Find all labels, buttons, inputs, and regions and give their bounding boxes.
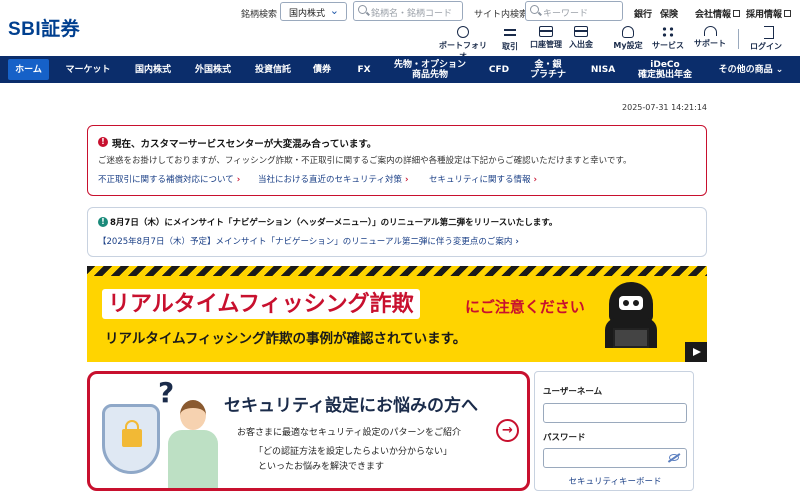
alert-icon: ! [98,137,108,147]
username-label: ユーザーネーム [543,387,603,397]
sbi-logo[interactable]: SBI証券 [8,14,80,41]
nav-bonds[interactable]: 債券 [306,56,338,83]
chevron-right-icon: › [515,237,519,247]
security-settings-card[interactable]: ? セキュリティ設定にお悩みの方へ お客さまに最適なセキュリティ設定のパターンを… [87,371,530,491]
external-link-icon [784,10,792,17]
nav-other-products[interactable]: その他の商品 ⌄ [708,56,794,83]
banner-subtitle: リアルタイムフィッシング詐欺の事例が確認されています。 [105,331,467,347]
ticker-search-placeholder: 銘柄名・銘柄コード [371,9,453,19]
deposit-icon [574,26,588,37]
renewal-details-link[interactable]: 【2025年8月7日（木）予定】メインサイト「ナビゲーション」のリニューアル第二… [98,235,519,247]
my-settings-icon [622,26,634,38]
phishing-warning-banner[interactable]: リアルタイムフィッシング詐欺 にご注意ください リアルタイムフィッシング詐欺の事… [87,266,707,362]
chevron-down-icon: ⌄ [329,4,339,17]
login-icon [764,26,774,39]
services-grid-icon [661,26,675,38]
nav-home[interactable]: ホーム [8,59,49,80]
security-info-link[interactable]: セキュリティに関する情報 › [429,173,537,185]
nav-precious-metals[interactable]: 金・銀 プラチナ [524,56,572,83]
password-field[interactable] [543,448,687,468]
play-icon[interactable] [685,342,707,362]
banner-caution: にご注意ください [465,298,585,316]
password-label: パスワード [543,433,586,443]
chevron-right-icon: › [236,175,241,185]
nav-domestic-stocks[interactable]: 国内株式 [126,56,180,83]
account-card-icon [539,26,553,37]
banner-headline: リアルタイムフィッシング詐欺 [102,289,420,319]
login-button[interactable]: ログイン [740,26,792,52]
urgent-notice-text: ご迷惑をお掛けしておりますが、フィッシング詐欺・不正取引に関するご案内の詳細や各… [98,156,632,166]
renewal-notice: ! 8月7日（木）にメインサイト「ナビゲーション（ヘッダーメニュー）」のリニュー… [87,207,707,257]
security-card-quote: 「どの認証方法を設定したらよいか分からない」 [254,447,453,457]
bank-link[interactable]: 銀行 [634,7,652,20]
username-field[interactable] [543,403,687,423]
site-search-placeholder: キーワード [543,9,589,19]
search-icon [358,5,367,14]
market-select-value: 国内株式 [289,9,326,19]
support-button[interactable]: サポート [684,26,736,49]
nav-futures-options[interactable]: 先物・オプション 商品先物 [384,56,476,83]
deposit-withdraw-button[interactable]: 入出金 [555,26,607,50]
hazard-stripes [87,266,707,276]
security-measures-link[interactable]: 当社における直近のセキュリティ対策 › [258,173,409,185]
security-card-title: セキュリティ設定にお悩みの方へ [224,396,478,416]
chevron-right-icon: › [405,175,409,185]
nav-fx[interactable]: FX [350,56,378,83]
company-info-link[interactable]: 会社情報 [695,7,741,20]
support-headset-icon [703,26,717,36]
urgent-notice: ! 現在、カスタマーサービスセンターが大変混み合っています。 ご迷惑をお掛けして… [87,125,707,196]
market-select[interactable]: 国内株式 ⌄ [280,2,347,21]
arrow-right-icon[interactable]: → [496,419,519,442]
hacker-illustration [605,282,657,348]
shield-icon [102,404,160,474]
security-card-solution: といったお悩みを解決できます [258,462,385,472]
external-link-icon [733,10,741,17]
login-panel: ユーザーネーム パスワード セキュリティキーボード [534,371,694,491]
nav-market[interactable]: マーケット [56,56,120,83]
security-card-text: お客さまに最適なセキュリティ設定のパターンをご紹介 [237,428,462,438]
nav-nisa[interactable]: NISA [584,56,622,83]
nav-cfd[interactable]: CFD [482,56,516,83]
fraud-compensation-link[interactable]: 不正取引に関する補償対応について › [98,173,240,185]
chevron-right-icon: › [533,175,538,185]
lock-icon [122,420,142,447]
person-illustration [168,400,218,488]
utility-divider [738,29,739,49]
eye-off-icon[interactable] [669,454,679,461]
info-icon: ! [98,217,108,227]
security-keyboard-link[interactable]: セキュリティキーボード [535,475,695,487]
site-search-label: サイト内検索 [474,10,529,20]
nav-ideco[interactable]: iDeCo 確定拠出年金 [630,56,700,83]
global-nav: ホーム マーケット 国内株式 外国株式 投資信託 債券 FX 先物・オプション … [0,56,800,83]
portfolio-icon [457,26,469,38]
last-updated-timestamp: 2025-07-31 14:21:14 [622,103,707,112]
nav-foreign-stocks[interactable]: 外国株式 [186,56,240,83]
recruit-link[interactable]: 採用情報 [746,7,792,20]
search-icon [530,5,539,14]
site-search-input[interactable]: キーワード [525,1,623,21]
renewal-notice-title: 8月7日（木）にメインサイト「ナビゲーション（ヘッダーメニュー）」のリニューアル… [110,218,558,228]
insurance-link[interactable]: 保険 [660,7,678,20]
urgent-notice-title: 現在、カスタマーサービスセンターが大変混み合っています。 [112,139,377,150]
nav-investment-trusts[interactable]: 投資信託 [246,56,300,83]
ticker-search-label: 銘柄検索 [241,10,278,20]
trade-arrows-icon [502,26,518,39]
ticker-search-input[interactable]: 銘柄名・銘柄コード [353,1,463,21]
